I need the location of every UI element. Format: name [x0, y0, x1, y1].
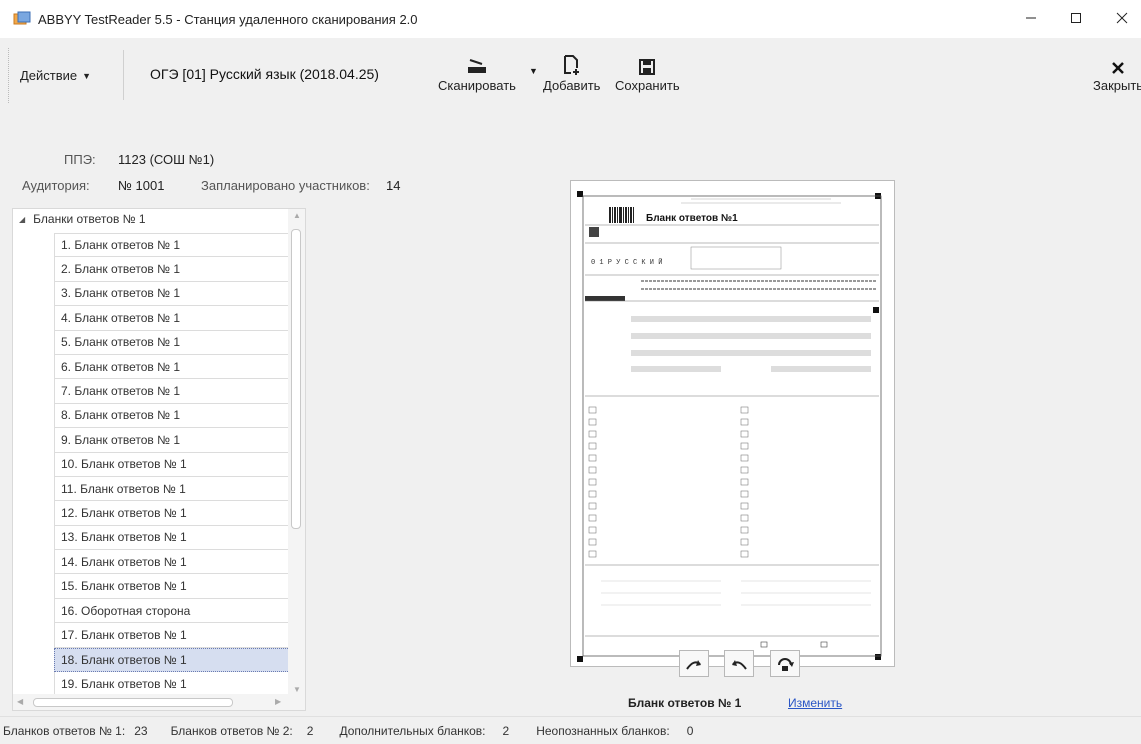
- dropdown-arrow-icon: ▼: [82, 70, 92, 81]
- close-label: Закрыть: [1093, 78, 1141, 93]
- rotate-180-button[interactable]: [770, 650, 800, 677]
- extra-blanks-label: Дополнительных бланков:: [339, 723, 486, 738]
- tree-item[interactable]: 15. Бланк ответов № 1: [54, 574, 290, 599]
- scanned-form-image: Бланк ответов №1 0 1 Р У С С К И Й: [577, 191, 882, 662]
- save-icon: [638, 50, 656, 76]
- tree-item[interactable]: 8. Бланк ответов № 1: [54, 403, 290, 429]
- extra-blanks-value: 2: [502, 723, 510, 738]
- rotate-ccw-icon: [732, 659, 747, 670]
- add-label: Добавить: [543, 78, 601, 93]
- tree-item[interactable]: 5. Бланк ответов № 1: [54, 330, 290, 355]
- planned-value: 14: [386, 178, 401, 193]
- tree-item[interactable]: 1. Бланк ответов № 1: [54, 233, 290, 258]
- blanks1-value: 23: [134, 723, 148, 738]
- rotate-cw-icon: [686, 659, 701, 670]
- minimize-icon[interactable]: [1016, 4, 1046, 32]
- rotate-cw-button[interactable]: [679, 650, 709, 677]
- scroll-right-icon[interactable]: ▶: [275, 697, 281, 706]
- scan-label: Сканировать: [438, 78, 516, 93]
- blanks1-label: Бланков ответов № 1:: [3, 723, 126, 738]
- save-label: Сохранить: [615, 78, 680, 93]
- blanks2-value: 2: [306, 723, 314, 738]
- tree-item[interactable]: 13. Бланк ответов № 1: [54, 525, 290, 551]
- change-link[interactable]: Изменить: [788, 696, 842, 710]
- window-close-icon[interactable]: [1107, 4, 1137, 32]
- unrecognized-value: 0: [686, 723, 694, 738]
- tree-root-label: Бланки ответов № 1: [33, 212, 146, 226]
- tree-root[interactable]: ◢ Бланки ответов № 1: [13, 209, 146, 229]
- action-dropdown[interactable]: Действие ▼: [20, 68, 91, 83]
- scanner-icon: [466, 50, 488, 76]
- ppe-value: 1123 (СОШ №1): [118, 152, 215, 167]
- scan-button[interactable]: Сканировать: [438, 50, 516, 93]
- toolbar: Действие ▼ ОГЭ [01] Русский язык (2018.0…: [0, 38, 1141, 124]
- form-subject: 0 1 Р У С С К И Й: [591, 257, 662, 267]
- app-icon: [12, 10, 32, 28]
- scroll-left-icon[interactable]: ◀: [17, 697, 23, 706]
- vertical-scrollbar[interactable]: ▲ ▼: [288, 209, 305, 696]
- ppe-label: ППЭ:: [64, 152, 96, 167]
- action-dropdown-label: Действие: [20, 68, 78, 83]
- rotate-ccw-button[interactable]: [724, 650, 754, 677]
- tree-item[interactable]: 4. Бланк ответов № 1: [54, 306, 290, 331]
- app-window: ABBYY TestReader 5.5 - Станция удаленног…: [0, 0, 1141, 744]
- answer-grid: [588, 406, 749, 558]
- close-icon: [1110, 50, 1126, 76]
- tree-item[interactable]: 18. Бланк ответов № 1: [54, 647, 290, 673]
- room-value: № 1001: [118, 178, 165, 193]
- tree-item[interactable]: 19. Бланк ответов № 1: [54, 672, 290, 697]
- scroll-up-icon[interactable]: ▲: [293, 211, 301, 220]
- unrecognized-label: Неопознанных бланков:: [536, 723, 670, 738]
- window-title: ABBYY TestReader 5.5 - Станция удаленног…: [38, 11, 418, 27]
- scan-dropdown-arrow-icon[interactable]: ▼: [529, 66, 538, 76]
- save-button[interactable]: Сохранить: [615, 50, 680, 93]
- tree-item[interactable]: 17. Бланк ответов № 1: [54, 623, 290, 648]
- tree-item[interactable]: 2. Бланк ответов № 1: [54, 257, 290, 282]
- room-label: Аудитория:: [22, 178, 90, 193]
- rotate-180-icon: [778, 657, 794, 671]
- title-bar: ABBYY TestReader 5.5 - Станция удаленног…: [0, 0, 1141, 38]
- document-preview[interactable]: Бланк ответов №1 0 1 Р У С С К И Й: [570, 180, 895, 667]
- tree-item[interactable]: 9. Бланк ответов № 1: [54, 428, 290, 453]
- horizontal-scrollbar[interactable]: ◀ ▶: [13, 694, 305, 710]
- horizontal-scroll-thumb[interactable]: [33, 698, 233, 707]
- add-page-icon: [562, 50, 582, 76]
- tree-item[interactable]: 12. Бланк ответов № 1: [54, 501, 290, 526]
- tree-item[interactable]: 16. Оборотная сторона: [54, 598, 290, 624]
- maximize-icon[interactable]: [1061, 4, 1091, 32]
- barcode: [609, 207, 634, 223]
- tree-item[interactable]: 10. Бланк ответов № 1: [54, 452, 290, 477]
- blanks2-label: Бланков ответов № 2:: [170, 723, 293, 738]
- add-button[interactable]: Добавить: [543, 50, 600, 93]
- document-name: Бланк ответов № 1: [628, 696, 742, 710]
- blanks-tree[interactable]: ◢ Бланки ответов № 1 1. Бланк ответов № …: [12, 208, 306, 711]
- close-button[interactable]: Закрыть: [1093, 50, 1141, 93]
- tree-item[interactable]: 11. Бланк ответов № 1: [54, 476, 290, 502]
- collapse-arrow-icon[interactable]: ◢: [19, 215, 25, 224]
- tree-item[interactable]: 14. Бланк ответов № 1: [54, 550, 290, 575]
- tree-item[interactable]: 3. Бланк ответов № 1: [54, 281, 290, 307]
- exam-title: ОГЭ [01] Русский язык (2018.04.25): [150, 66, 379, 82]
- scroll-down-icon[interactable]: ▼: [293, 685, 301, 694]
- vertical-scroll-thumb[interactable]: [291, 229, 301, 529]
- status-bar: Бланков ответов № 1: 23 Бланков ответов …: [0, 716, 1141, 744]
- form-header: Бланк ответов №1: [646, 213, 738, 224]
- tree-item[interactable]: 7. Бланк ответов № 1: [54, 379, 290, 404]
- tree-items: 1. Бланк ответов № 1 2. Бланк ответов № 1…: [54, 233, 290, 710]
- tree-item[interactable]: 6. Бланк ответов № 1: [54, 354, 290, 380]
- planned-label: Запланировано участников:: [201, 178, 370, 193]
